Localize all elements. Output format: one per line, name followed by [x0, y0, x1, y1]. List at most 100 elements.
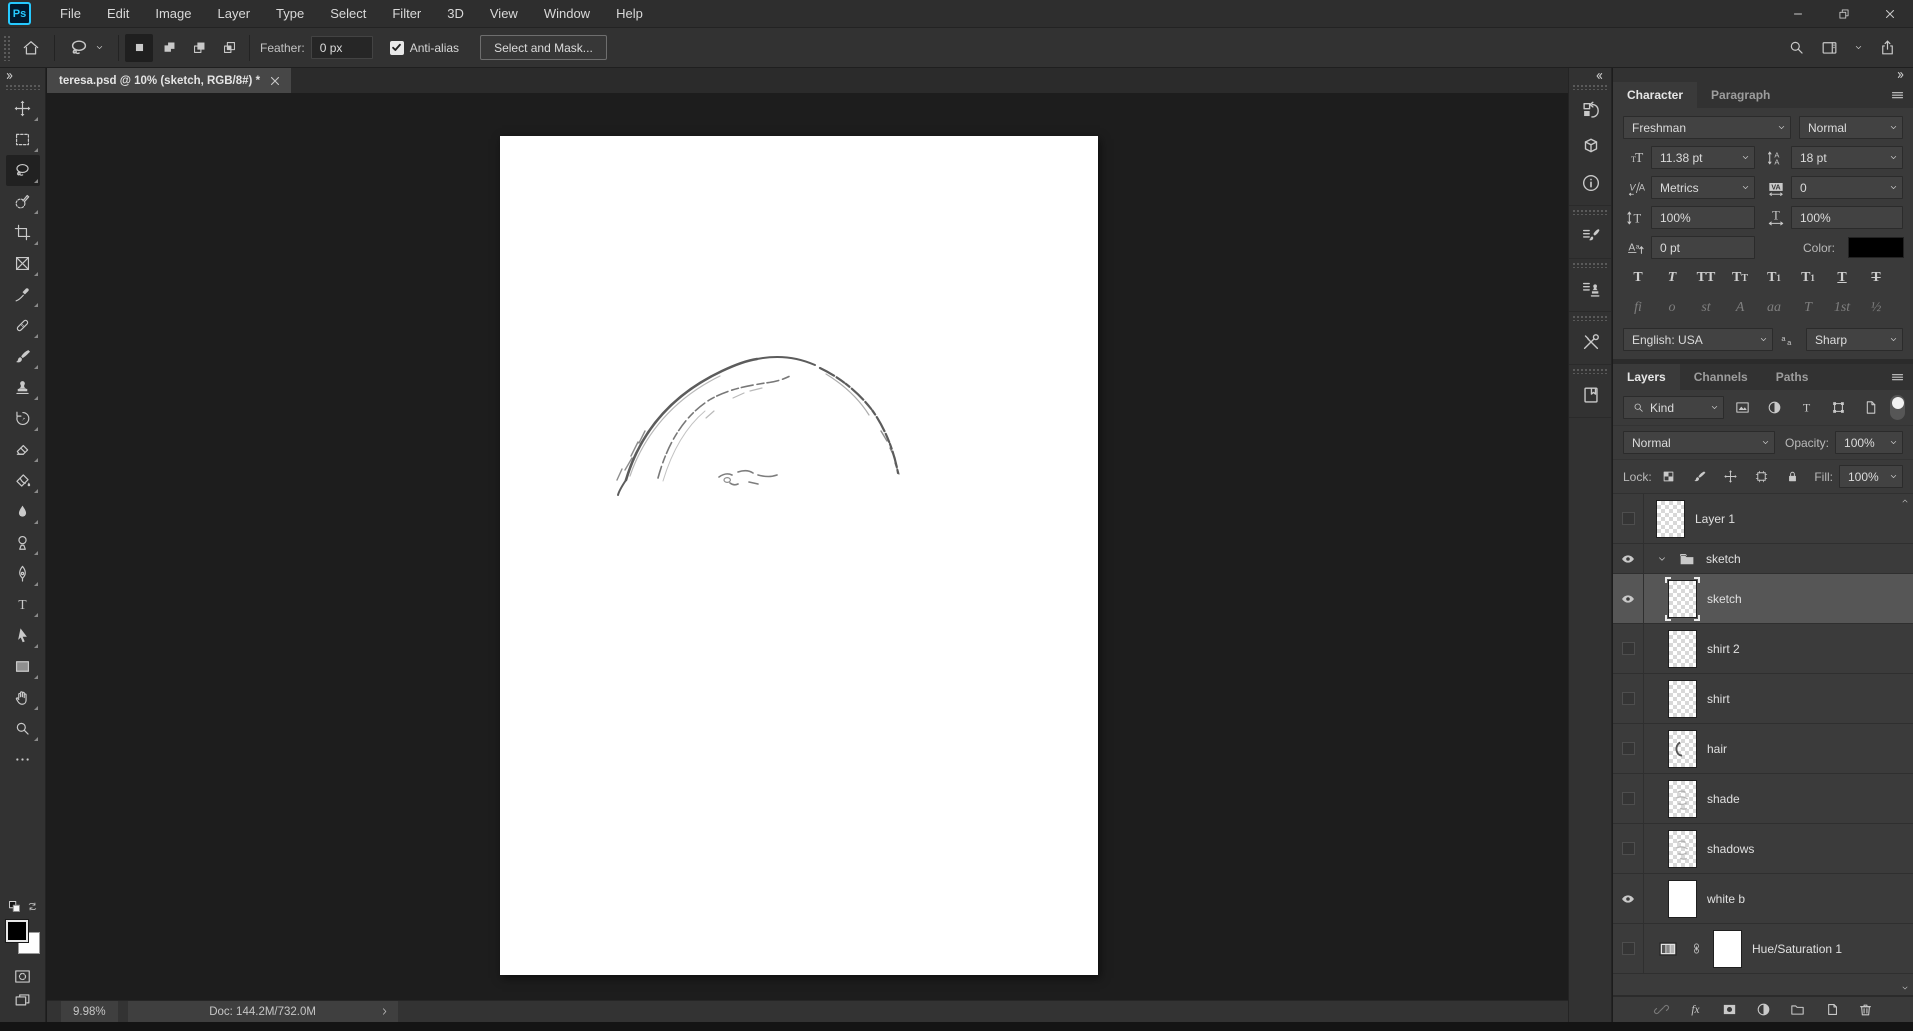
default-colors-swap-row[interactable]	[8, 894, 38, 918]
tab-layers[interactable]: Layers	[1613, 364, 1680, 390]
blur-tool[interactable]	[6, 496, 40, 527]
quick-mask-button[interactable]	[8, 964, 38, 988]
minimize-button[interactable]	[1775, 0, 1821, 27]
tab-channels[interactable]: Channels	[1680, 364, 1762, 390]
info-panel-button[interactable]	[1569, 165, 1613, 201]
swash-button[interactable]: A	[1725, 297, 1755, 319]
menu-3d[interactable]: 3D	[434, 0, 477, 27]
restore-button[interactable]	[1821, 0, 1867, 27]
lasso-tool[interactable]	[6, 155, 40, 186]
scroll-down-icon[interactable]	[1900, 983, 1910, 993]
filter-shape-layers-button[interactable]	[1827, 399, 1849, 416]
underline-button[interactable]: T	[1827, 266, 1857, 290]
menu-select[interactable]: Select	[317, 0, 379, 27]
intersect-with-selection-button[interactable]	[215, 34, 243, 62]
menu-file[interactable]: File	[47, 0, 94, 27]
status-chevron-icon[interactable]	[379, 1006, 390, 1017]
add-layer-mask-button[interactable]	[1721, 1001, 1738, 1018]
superscript-button[interactable]: T1	[1759, 266, 1789, 290]
rectangle-tool[interactable]	[6, 651, 40, 682]
filter-smart-objects-button[interactable]	[1859, 399, 1881, 416]
swap-colors-icon[interactable]	[26, 900, 39, 913]
rectangular-marquee-tool[interactable]	[6, 124, 40, 155]
leading-dropdown[interactable]: 18 pt	[1791, 146, 1903, 169]
text-color-swatch[interactable]	[1849, 238, 1903, 257]
fill-dropdown[interactable]: 100%	[1839, 465, 1903, 488]
layer-name[interactable]: sketch	[1707, 592, 1742, 606]
antialias-checkbox[interactable]	[390, 41, 404, 55]
default-colors-icon[interactable]	[7, 899, 22, 914]
document-size-field[interactable]: Doc: 144.2M/732.0M	[128, 1001, 398, 1022]
scroll-up-icon[interactable]	[1900, 496, 1910, 506]
opacity-dropdown[interactable]: 100%	[1835, 431, 1903, 454]
layer-group-row-sketch[interactable]: sketch	[1613, 544, 1913, 574]
visibility-toggle-empty[interactable]	[1613, 674, 1644, 723]
faux-italic-button[interactable]: T	[1657, 266, 1687, 290]
add-layer-style-button[interactable]: fx	[1687, 1001, 1704, 1018]
baseline-shift-field[interactable]: 0 pt	[1651, 236, 1755, 259]
paint-bucket-tool[interactable]	[6, 465, 40, 496]
frame-tool[interactable]	[6, 248, 40, 279]
menu-view[interactable]: View	[477, 0, 531, 27]
brush-settings-panel-button[interactable]	[1569, 218, 1613, 254]
layer-thumbnail[interactable]	[1668, 730, 1697, 768]
language-dropdown[interactable]: English: USA	[1623, 328, 1773, 351]
panel-menu-icon[interactable]	[1890, 370, 1905, 385]
menu-edit[interactable]: Edit	[94, 0, 142, 27]
small-caps-button[interactable]: TT	[1725, 266, 1755, 290]
tab-paths[interactable]: Paths	[1762, 364, 1823, 390]
subtract-from-selection-button[interactable]	[185, 34, 213, 62]
canvas-pasteboard[interactable]	[47, 93, 1568, 1000]
clone-stamp-tool[interactable]	[6, 372, 40, 403]
pen-tool[interactable]	[6, 558, 40, 589]
new-group-button[interactable]	[1789, 1001, 1806, 1018]
layer-thumbnail[interactable]	[1668, 880, 1697, 918]
menu-window[interactable]: Window	[531, 0, 603, 27]
standard-ligatures-button[interactable]: fi	[1623, 297, 1653, 319]
layer-name[interactable]: sketch	[1706, 552, 1741, 566]
filter-adjustment-layers-button[interactable]	[1763, 399, 1785, 416]
eyedropper-tool[interactable]	[6, 279, 40, 310]
horizontal-scale-field[interactable]: 100%	[1791, 206, 1903, 229]
edit-toolbar[interactable]	[6, 744, 40, 775]
layer-row-white-b[interactable]: white b	[1613, 874, 1913, 924]
tab-paragraph[interactable]: Paragraph	[1697, 82, 1784, 108]
menu-layer[interactable]: Layer	[205, 0, 264, 27]
adjustment-layer-thumbnail[interactable]	[1656, 937, 1680, 961]
expand-dock-icon[interactable]	[1595, 68, 1611, 81]
document-tab[interactable]: teresa.psd @ 10% (sketch, RGB/8#) *	[47, 68, 291, 93]
layer-name[interactable]: hair	[1707, 742, 1727, 756]
blend-mode-dropdown[interactable]: Normal	[1623, 431, 1775, 454]
collapse-toolbar-icon[interactable]	[0, 68, 14, 81]
layer-row-sketch[interactable]: sketch	[1613, 574, 1913, 624]
brush-tool[interactable]	[6, 341, 40, 372]
spot-healing-brush-tool[interactable]	[6, 310, 40, 341]
history-brush-tool[interactable]	[6, 403, 40, 434]
layer-name[interactable]: Layer 1	[1695, 512, 1735, 526]
layer-name[interactable]: white b	[1707, 892, 1745, 906]
type-tool[interactable]: T	[6, 589, 40, 620]
antialias-checkbox-group[interactable]: Anti-alias	[383, 28, 466, 67]
feather-input[interactable]: 0 px	[311, 36, 373, 59]
visibility-toggle-empty[interactable]	[1613, 774, 1644, 823]
layer-row-shadows[interactable]: shadows	[1613, 824, 1913, 874]
stylistic-alternates-button[interactable]: aa	[1759, 297, 1789, 319]
all-caps-button[interactable]: TT	[1691, 266, 1721, 290]
vertical-scale-field[interactable]: 100%	[1651, 206, 1755, 229]
lock-image-pixels-button[interactable]	[1689, 469, 1711, 484]
history-panel-button[interactable]	[1569, 93, 1613, 129]
layer-row-hue-saturation-1[interactable]: Hue/Saturation 1	[1613, 924, 1913, 974]
workspace-switcher-button[interactable]	[1820, 38, 1839, 57]
search-button[interactable]	[1787, 38, 1806, 57]
visibility-toggle-empty[interactable]	[1613, 494, 1644, 543]
visibility-toggle-empty[interactable]	[1613, 824, 1644, 873]
visibility-toggle-empty[interactable]	[1613, 924, 1644, 973]
canvas-page[interactable]	[500, 136, 1098, 975]
kerning-dropdown[interactable]: Metrics	[1651, 176, 1755, 199]
layer-row-hair[interactable]: hair	[1613, 724, 1913, 774]
current-tool-button[interactable]	[61, 28, 112, 67]
menu-image[interactable]: Image	[142, 0, 204, 27]
hand-tool[interactable]	[6, 682, 40, 713]
subscript-button[interactable]: T1	[1793, 266, 1823, 290]
layer-thumbnail[interactable]	[1668, 680, 1697, 718]
